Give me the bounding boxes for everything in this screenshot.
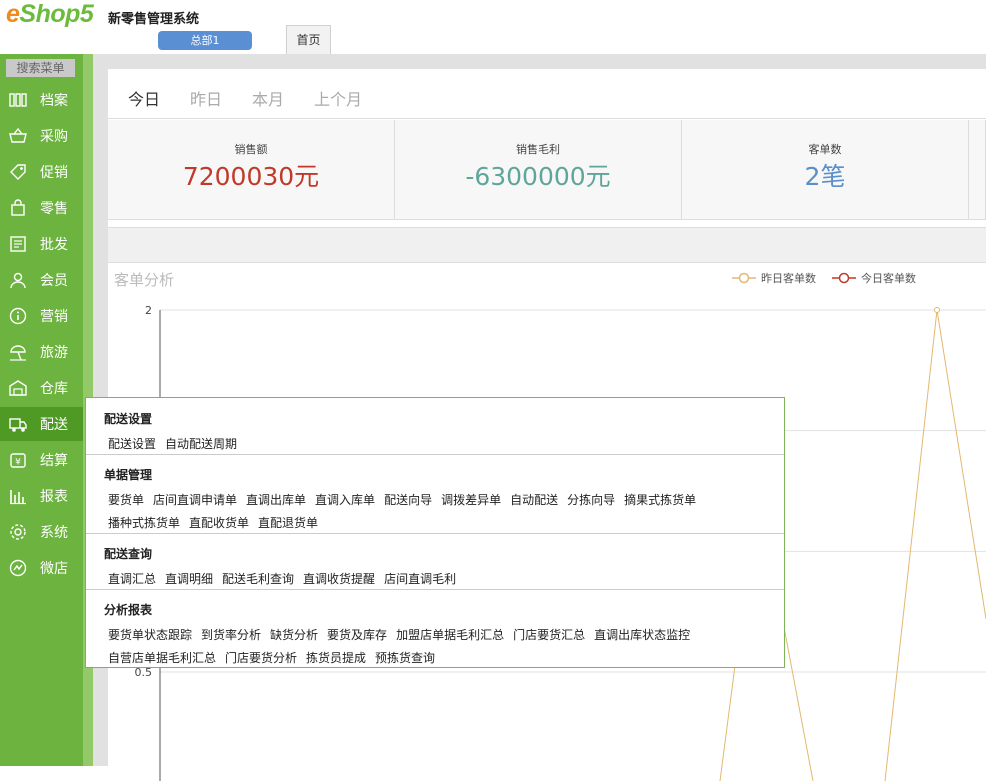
- info-icon: [9, 307, 27, 325]
- flyout-menu-item[interactable]: 配送设置: [108, 437, 156, 451]
- sidebar-item-5[interactable]: 会员: [0, 263, 83, 297]
- flyout-section-title: 单据管理: [104, 468, 153, 482]
- flyout-menu-item[interactable]: 自动配送周期: [165, 437, 237, 451]
- flyout-menu-item[interactable]: 到货率分析: [201, 628, 261, 642]
- sidebar-item-1[interactable]: 采购: [0, 119, 83, 153]
- beach-umbrella-icon: [10, 345, 26, 361]
- header: eShop5 新零售管理系统 总部1 首页: [0, 0, 986, 54]
- sidebar-item-label: 会员: [40, 273, 68, 289]
- flyout-row: 要货单 店间直调申请单 直调出库单 直调入库单 配送向导 调拨差异单 自动配送 分拣向导 摘果式…: [108, 491, 705, 508]
- series-line-yesterday-right: [884, 309, 986, 781]
- flyout-divider: [86, 454, 784, 455]
- flyout-menu-item[interactable]: 预拣货查询: [375, 651, 435, 665]
- flyout-row: 直调汇总 直调明细 配送毛利查询 直调收货提醒 店间直调毛利: [108, 570, 465, 587]
- app-logo[interactable]: eShop5: [6, 0, 94, 29]
- flyout-menu-item[interactable]: 直配收货单: [189, 516, 249, 530]
- flyout-menu-item[interactable]: 摘果式拣货单: [624, 493, 696, 507]
- sidebar-item-12[interactable]: 系统: [0, 515, 83, 549]
- flyout-menu-item[interactable]: 直调出库状态监控: [594, 628, 690, 642]
- flyout-menu-item[interactable]: 直调汇总: [108, 572, 156, 586]
- sidebar-item-9[interactable]: 配送: [0, 407, 83, 441]
- flyout-menu-item[interactable]: 直配退货单: [258, 516, 318, 530]
- sidebar-item-label: 仓库: [40, 381, 68, 397]
- sidebar-item-label: 采购: [40, 129, 68, 145]
- sidebar-item-4[interactable]: 批发: [0, 227, 83, 261]
- sidebar-item-3[interactable]: 零售: [0, 191, 83, 225]
- sidebar-item-label: 批发: [40, 237, 68, 253]
- flyout-menu-item[interactable]: 配送毛利查询: [222, 572, 294, 586]
- sidebar-item-11[interactable]: 报表: [0, 479, 83, 513]
- flyout-section-title: 分析报表: [104, 603, 153, 617]
- sidebar-item-8[interactable]: 仓库: [0, 371, 83, 405]
- sidebar-item-7[interactable]: 旅游: [0, 335, 83, 369]
- sidebar-item-2[interactable]: 促销: [0, 155, 83, 189]
- system-title: 新零售管理系统: [108, 12, 200, 27]
- flyout-divider: [86, 589, 784, 590]
- flyout-menu-item[interactable]: 调拨差异单: [441, 493, 501, 507]
- branch-selector-button[interactable]: 总部1: [158, 31, 252, 50]
- logo-e: e: [6, 0, 20, 28]
- gear-icon: [10, 524, 26, 540]
- settlement-icon: ¥: [10, 453, 26, 468]
- sidebar-item-label: 营销: [40, 309, 68, 325]
- flyout-menu-item[interactable]: 直调收货提醒: [303, 572, 375, 586]
- sidebar-item-label: 促销: [40, 165, 68, 181]
- y-tick-label: 2: [145, 304, 152, 317]
- sidebar-item-label: 档案: [40, 93, 68, 109]
- micro-shop-icon: [9, 559, 27, 577]
- flyout-menu-item[interactable]: 直调明细: [165, 572, 213, 586]
- user-icon: [10, 272, 26, 289]
- flyout-menu-item[interactable]: 缺货分析: [270, 628, 318, 642]
- flyout-menu-item[interactable]: 店间直调毛利: [384, 572, 456, 586]
- archive-icon: [9, 93, 27, 107]
- flyout-menu-item[interactable]: 自动配送: [510, 493, 558, 507]
- sidebar-item-label: 微店: [40, 561, 68, 577]
- flyout-menu-item[interactable]: 要货单状态跟踪: [108, 628, 192, 642]
- bar-chart-icon: [10, 490, 26, 505]
- sidebar: 搜索菜单 档案采购促销零售批发会员营销旅游仓库配送 ¥ 结算报表系统微店: [0, 54, 83, 766]
- sidebar-item-13[interactable]: 微店: [0, 551, 83, 585]
- flyout-row: 播种式拣货单 直配收货单 直配退货单: [108, 514, 327, 531]
- flyout-row: 自营店单据毛利汇总 门店要货分析 拣货员提成 预拣货查询: [108, 649, 444, 666]
- sidebar-item-label: 零售: [40, 201, 68, 217]
- flyout-section-title: 配送查询: [104, 547, 153, 561]
- flyout-menu-item[interactable]: 拣货员提成: [306, 651, 366, 665]
- flyout-menu-item[interactable]: 配送向导: [384, 493, 432, 507]
- flyout-menu-item[interactable]: 直调入库单: [315, 493, 375, 507]
- sidebar-item-label: 报表: [40, 489, 68, 505]
- truck-icon: [9, 418, 27, 432]
- sidebar-item-0[interactable]: 档案: [0, 83, 83, 117]
- flyout-menu-item[interactable]: 门店要货分析: [225, 651, 297, 665]
- flyout-menu-item[interactable]: 播种式拣货单: [108, 516, 180, 530]
- sidebar-item-label: 配送: [40, 417, 68, 433]
- sidebar-item-label: 结算: [40, 453, 68, 469]
- flyout-menu-item[interactable]: 分拣向导: [567, 493, 615, 507]
- flyout-menu-item[interactable]: 要货及库存: [327, 628, 387, 642]
- flyout-menu-item[interactable]: 自营店单据毛利汇总: [108, 651, 216, 665]
- tag-icon: [10, 164, 26, 180]
- search-menu-input[interactable]: 搜索菜单: [6, 59, 75, 77]
- logo-text: Shop5: [19, 0, 94, 28]
- flyout-divider: [86, 533, 784, 534]
- flyout-menu-item[interactable]: 要货单: [108, 493, 144, 507]
- flyout-menu-item[interactable]: 直调出库单: [246, 493, 306, 507]
- sidebar-item-label: 旅游: [40, 345, 68, 361]
- series-point-peak: [934, 307, 940, 313]
- warehouse-icon: [9, 380, 27, 396]
- sidebar-item-label: 系统: [40, 525, 68, 541]
- shopping-bag-icon: [11, 199, 25, 216]
- svg-text:¥: ¥: [15, 458, 21, 468]
- flyout-menu-item[interactable]: 加盟店单据毛利汇总: [396, 628, 504, 642]
- delivery-flyout-menu: 配送设置 配送设置 自动配送周期 单据管理 要货单 店间直调申请单 直调出库单 直调入库单 配送…: [85, 397, 785, 668]
- flyout-row: 配送设置 自动配送周期: [108, 435, 246, 452]
- flyout-menu-item[interactable]: 店间直调申请单: [153, 493, 237, 507]
- tab-home[interactable]: 首页: [286, 25, 331, 54]
- flyout-menu-item[interactable]: 门店要货汇总: [513, 628, 585, 642]
- receipt-icon: [10, 236, 26, 252]
- flyout-section-title: 配送设置: [104, 412, 153, 426]
- flyout-row: 要货单状态跟踪 到货率分析 缺货分析 要货及库存 加盟店单据毛利汇总 门店要货汇总 直调出库…: [108, 626, 699, 643]
- basket-icon: [9, 127, 27, 143]
- sidebar-item-6[interactable]: 营销: [0, 299, 83, 333]
- sidebar-item-10[interactable]: ¥ 结算: [0, 443, 83, 477]
